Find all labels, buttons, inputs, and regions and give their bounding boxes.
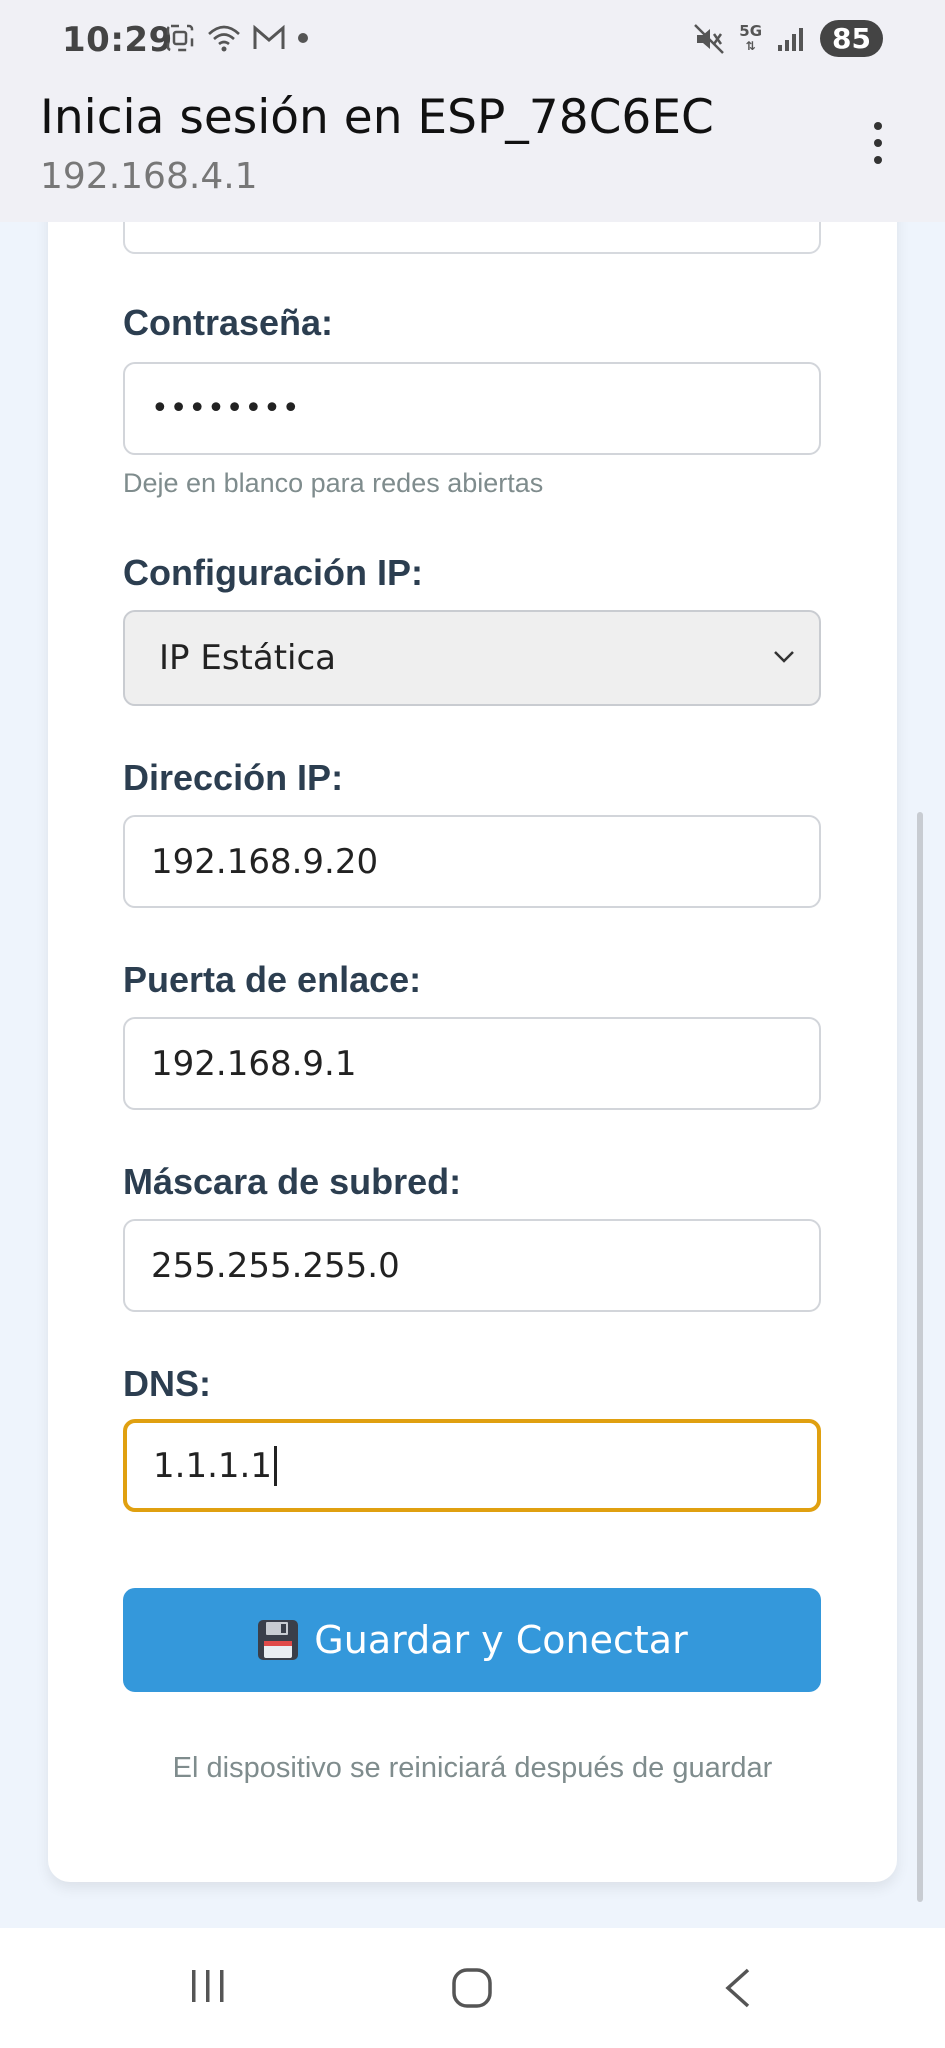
status-bar: 10:29 5G ⇅ 85: [0, 0, 945, 84]
status-time: 10:29: [62, 20, 173, 60]
ip-address-input[interactable]: 192.168.9.20: [123, 815, 821, 908]
dns-input[interactable]: 1.1.1.1: [123, 1419, 821, 1512]
screenshot-icon: [166, 24, 194, 52]
gateway-value: 192.168.9.1: [151, 1043, 357, 1084]
restart-note: El dispositivo se reiniciará después de …: [172, 1752, 773, 1784]
more-options-icon[interactable]: [871, 122, 885, 172]
ip-config-select[interactable]: IP Estática: [123, 610, 821, 706]
password-input[interactable]: ••••••••: [123, 362, 821, 455]
back-icon[interactable]: [718, 1964, 758, 2012]
password-label: Contraseña:: [123, 302, 334, 343]
subnet-mask-value: 255.255.255.0: [151, 1245, 400, 1286]
scrollbar[interactable]: [917, 812, 923, 1902]
network-5g-icon: 5G ⇅: [739, 22, 763, 54]
floppy-disk-icon: [258, 1620, 299, 1660]
recent-apps-icon[interactable]: [186, 1964, 230, 2008]
save-connect-button[interactable]: Guardar y Conectar: [123, 1588, 821, 1692]
password-value: ••••••••: [151, 391, 301, 426]
wifi-icon: [208, 25, 240, 52]
subnet-mask-input[interactable]: 255.255.255.0: [123, 1219, 821, 1312]
status-icons-left: [164, 22, 310, 54]
ip-address-label: Dirección IP:: [123, 757, 344, 798]
save-connect-label: Guardar y Conectar: [314, 1618, 688, 1662]
gmail-icon: [253, 24, 285, 49]
signal-icon: [778, 27, 804, 51]
dot-icon: [298, 33, 308, 43]
gateway-input[interactable]: 192.168.9.1: [123, 1017, 821, 1110]
app-bar: Inicia sesión en ESP_78C6EC 192.168.4.1: [0, 84, 945, 222]
ssid-input[interactable]: [123, 222, 821, 254]
status-icons-right: 5G ⇅ 85: [693, 20, 883, 57]
subnet-mask-label: Máscara de subred:: [123, 1161, 462, 1202]
ip-address-value: 192.168.9.20: [151, 841, 379, 882]
chevron-down-icon: [774, 651, 794, 663]
gateway-label: Puerta de enlace:: [123, 959, 422, 1000]
mute-icon: [694, 23, 725, 54]
page-content[interactable]: Contraseña: •••••••• Deje en blanco para…: [0, 222, 945, 1928]
network-label: 5G: [739, 22, 763, 40]
page-url: 192.168.4.1: [40, 156, 258, 197]
system-nav-bar: [0, 1928, 945, 2048]
text-caret: [273, 1445, 277, 1486]
ip-config-value: IP Estática: [159, 638, 337, 678]
dns-value: 1.1.1.1: [153, 1445, 272, 1486]
ip-config-label: Configuración IP:: [123, 552, 423, 593]
battery-indicator: 85: [820, 20, 883, 57]
home-icon[interactable]: [448, 1964, 496, 2012]
password-hint: Deje en blanco para redes abiertas: [123, 468, 544, 498]
dns-label: DNS:: [123, 1363, 211, 1404]
page-title: Inicia sesión en ESP_78C6EC: [40, 90, 714, 145]
